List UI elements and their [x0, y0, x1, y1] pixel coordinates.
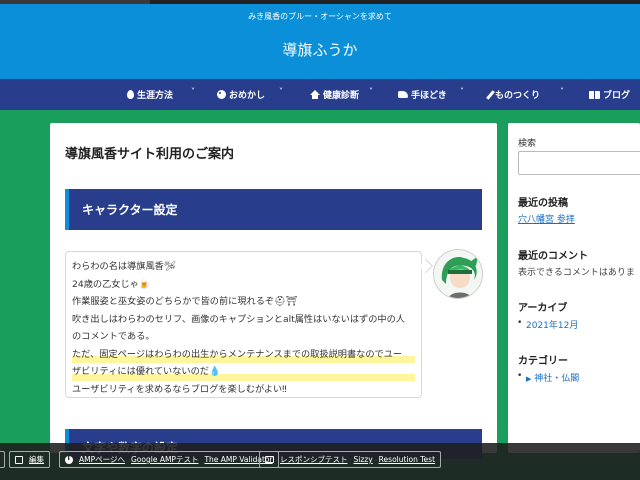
- nav-item-blog[interactable]: ブログ: [589, 88, 630, 101]
- recent-comments-heading: 最近のコメント: [518, 251, 588, 262]
- bubble-line: ザビリティには優れていないのだ💧: [72, 363, 415, 381]
- nav-item-tutorial[interactable]: 手ほどき: [398, 88, 447, 101]
- edit-icon: [15, 455, 23, 464]
- amp-page-link[interactable]: AMPページへ: [79, 454, 125, 465]
- google-amp-test-link[interactable]: Google AMPテスト: [131, 454, 198, 465]
- bubble-line: わらわの名は導旗風香🛩: [72, 261, 176, 272]
- book-icon: [589, 90, 600, 99]
- drop-icon: [127, 90, 134, 99]
- nav-item-omekashi[interactable]: おめかし: [217, 88, 265, 101]
- bubble-line: 24歳の乙女じゃ🍺: [72, 278, 151, 290]
- global-nav: 生涯方法 ˅ おめかし ˅ 健康診断 ˅ 手ほどき ˅ ものつくり ˅ ブログ: [0, 79, 640, 110]
- site-title[interactable]: 導旗ふうか: [0, 39, 640, 60]
- avatar: [433, 249, 483, 299]
- nav-item-label: おめかし: [229, 91, 266, 101]
- nav-item-label: ものつくり: [495, 91, 541, 101]
- house-icon: [310, 90, 320, 99]
- amp-tools-group: AMPページへ Google AMPテスト The AMP Validator: [59, 451, 279, 468]
- monitor-icon: [265, 456, 274, 463]
- bubble-line: ただ、固定ページはわらわの出生からメンテナンスまでの取扱説明書なのでユー: [72, 345, 415, 363]
- search-label: 検索: [518, 139, 537, 149]
- hands-icon: [398, 91, 408, 98]
- chevron-down-icon[interactable]: ˅: [369, 87, 373, 96]
- site-tagline: みき風香のブルー・オーシャンを求めて: [248, 12, 392, 21]
- archive-heading: アーカイブ: [518, 303, 568, 314]
- bubble-line: のコメントである。: [72, 331, 155, 342]
- responsive-tools-group: レスポンシブテスト Sizzy Resolution Test: [259, 451, 442, 468]
- archive-link[interactable]: 2021年12月: [517, 318, 578, 331]
- nav-item-label: 健康診断: [323, 91, 360, 101]
- chevron-down-icon[interactable]: ˅: [191, 87, 195, 96]
- section-heading-character: キャラクター設定: [65, 189, 482, 230]
- nav-item-label: 手ほどき: [411, 91, 447, 101]
- recent-posts-heading: 最近の投稿: [518, 198, 568, 209]
- resolution-test-link[interactable]: Resolution Test: [379, 455, 435, 464]
- category-link[interactable]: ▶ 神社・仏閣: [517, 371, 580, 384]
- bubble-line: 吹き出しはわらわのセリフ、画像のキャプションとalt属性はいないはずの中の人: [72, 313, 405, 325]
- category-link-label: 神社・仏閣: [534, 374, 580, 384]
- caret-right-icon: ▶: [526, 375, 532, 383]
- sidebar: 検索 最近の投稿 穴八幡宮 参拝 最近のコメント 表示できるコメントはありま ア…: [508, 123, 640, 453]
- edit-label: 編集: [29, 455, 44, 464]
- chevron-down-icon[interactable]: ˅: [460, 87, 464, 96]
- nav-item-lifestyle[interactable]: 生涯方法: [127, 88, 173, 101]
- admin-toolbar: 編集 AMPページへ Google AMPテスト The AMP Validat…: [0, 443, 640, 480]
- info-icon: [65, 454, 73, 464]
- speech-bubble: わらわの名は導旗風香🛩 24歳の乙女じゃ🍺 作業服姿と巫女姿のどちらかで皆の前に…: [65, 251, 422, 398]
- recent-post-link[interactable]: 穴八幡宮 参拝: [518, 212, 575, 225]
- page-title: 導旗風香サイト利用のご案内: [65, 147, 235, 162]
- toolbar-cut-group[interactable]: [0, 451, 5, 468]
- recent-comments-empty: 表示できるコメントはありま: [518, 268, 635, 278]
- nav-item-label: 生涯方法: [137, 91, 174, 101]
- search-input[interactable]: [518, 151, 640, 175]
- bubble-line: ユーザビリティを求めるならブログを楽しむがよい‼: [72, 383, 287, 395]
- nav-item-health-check[interactable]: 健康診断: [310, 88, 359, 101]
- bubble-line: 作業服姿と巫女姿のどちらかで皆の前に現れるぞ⛑⛩: [72, 296, 298, 307]
- palette-icon: [217, 90, 226, 99]
- site-header: みき風香のブルー・オーシャンを求めて 導旗ふうか: [0, 4, 640, 79]
- nav-item-making[interactable]: ものつくり: [486, 88, 541, 101]
- chevron-down-icon[interactable]: ˅: [560, 87, 564, 96]
- sizzy-link[interactable]: Sizzy: [354, 455, 373, 464]
- chevron-down-icon[interactable]: ˅: [279, 87, 283, 96]
- main-content: 導旗風香サイト利用のご案内 キャラクター設定 わらわの名は導旗風香🛩 24歳の乙…: [50, 123, 497, 459]
- edit-button[interactable]: 編集: [9, 451, 50, 468]
- nav-item-label: ブログ: [603, 91, 631, 101]
- pencil-icon: [486, 89, 495, 100]
- category-heading: カテゴリー: [518, 356, 568, 367]
- responsive-test-link[interactable]: レスポンシブテスト: [280, 454, 348, 465]
- character-avatar-image: [434, 250, 482, 298]
